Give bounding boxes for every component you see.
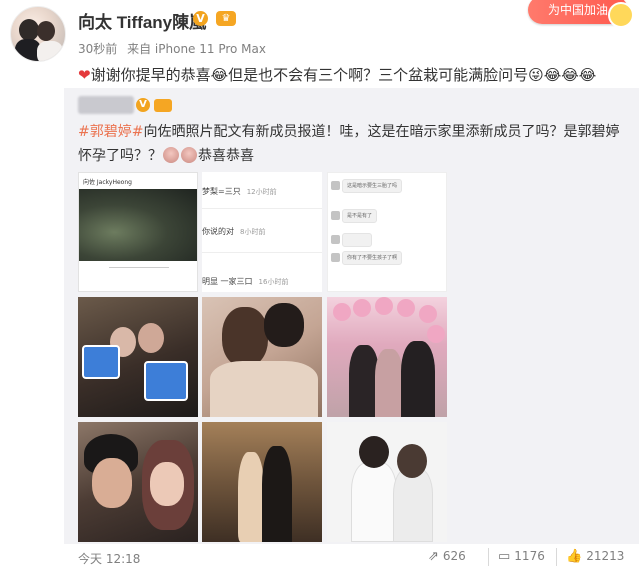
comment-line: 明显 一家三口 16小时前 [202,277,289,286]
comment-icon: ▭ [498,549,511,564]
chat-bubble: 是不是有了 [342,209,378,223]
photo-couple-portrait[interactable] [202,297,322,417]
chat-bubble [342,233,372,247]
member-crown-icon: ♛ [216,11,236,26]
repost-count: 626 [442,549,466,563]
ig-bonsai-image [79,189,197,261]
hashtag-link[interactable]: #郭碧婷# [78,124,143,140]
thumbs-up-icon [82,345,120,379]
repost-button[interactable]: ⇗ 626 [428,549,466,564]
repost-verified-badge-icon: V [136,98,150,112]
repost-icon: ⇗ [428,549,439,564]
comment-button[interactable]: ▭ 1176 [498,549,545,564]
photo-chat-screenshot[interactable]: 这是暗示要生三胎了吗 是不是有了 你有了不要生孩子了啊 [327,172,447,292]
like-count: 21213 [586,549,625,563]
photo-close-selfie[interactable] [78,422,198,542]
repost-tail: 恭喜恭喜 [198,148,254,164]
photo-thumbs-up-selfie[interactable] [78,297,198,417]
thumbs-up-like-icon: 👍 [566,549,583,564]
photo-balloon-party[interactable] [327,297,447,417]
thumbs-up-icon [144,361,188,401]
chat-bubble: 你有了不要生孩子了啊 [342,251,403,265]
post-body: 谢谢你提早的恭喜😂但是也不会有三个啊？三个盆栽可能满脸问号😜😂😂😂 [90,66,597,84]
repost-text: #郭碧婷#向佐晒照片配文有新成员报道！哇，这是在暗示家里添新成员了吗？是郭碧婷怀… [78,120,633,168]
face-emoji-icon [163,147,179,163]
repost-body: 向佐晒照片配文有新成员报道！哇，这是在暗示家里添新成员了吗？是郭碧婷怀孕了吗？？ [78,124,620,164]
photo-couple-hallway[interactable] [202,422,322,542]
divider [488,548,489,566]
heart-icon: ❤ [78,66,91,84]
post-time[interactable]: 30秒前 [78,42,117,56]
photo-instagram-screenshot[interactable]: 向佐 JackyHeong [78,172,198,292]
footer-time: 今天 12:18 [78,552,141,566]
photo-comments-screenshot[interactable]: 梦梨=三只 12小时前 你说的对 8小时前 明显 一家三口 16小时前 [202,172,322,292]
divider [556,548,557,566]
comment-line: 梦梨=三只 12小时前 [202,187,277,196]
post-source: 来自 iPhone 11 Pro Max [127,42,266,56]
repost-crown-icon [154,99,172,112]
ig-action-icons [109,267,169,274]
repost-author-blurred[interactable] [78,96,134,114]
username[interactable]: 向太 Tiffany陳嵐 [78,8,206,33]
post-meta: 30秒前 来自 iPhone 11 Pro Max [78,40,272,57]
comment-line: 你说的对 8小时前 [202,227,266,236]
comment-count: 1176 [514,549,545,563]
face-emoji-icon [181,147,197,163]
ig-header: 向佐 JackyHeong [83,179,132,186]
verified-badge-icon: V [193,11,208,26]
like-button[interactable]: 👍 21213 [566,549,624,564]
user-avatar[interactable] [10,6,66,62]
post-text: ❤谢谢你提早的恭喜😂但是也不会有三个啊？三个盆栽可能满脸问号😜😂😂😂 [78,64,638,85]
chat-bubble: 这是暗示要生三胎了吗 [342,179,403,193]
sticker-emblem-icon [608,2,634,28]
photo-couple-tshirts[interactable] [327,422,447,542]
